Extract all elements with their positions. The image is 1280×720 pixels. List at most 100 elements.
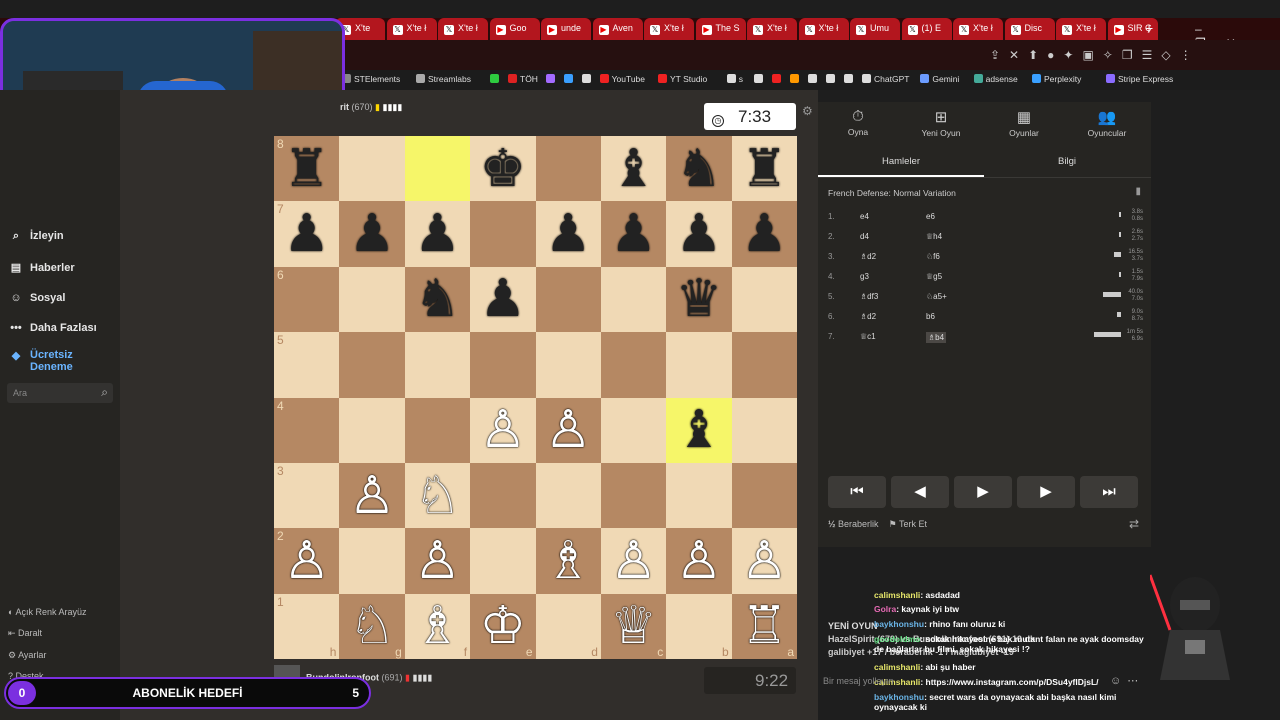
white-king-piece[interactable]: ♔	[480, 600, 527, 652]
board-square[interactable]: ♜	[731, 136, 797, 202]
next-move-button[interactable]: ▶	[1017, 476, 1075, 508]
play-button[interactable]: ▶	[954, 476, 1012, 508]
browser-tab[interactable]: 𝕏 X'te ł	[644, 18, 694, 40]
board-square[interactable]: 5	[274, 332, 340, 398]
board-square[interactable]: ♙	[535, 397, 601, 463]
white-move[interactable]: ♗d2	[860, 312, 876, 321]
chat-username[interactable]: goodoldmo	[874, 634, 920, 644]
white-move[interactable]: d4	[860, 232, 869, 241]
board-square[interactable]	[404, 332, 471, 398]
white-bishop-piece[interactable]: ♗	[545, 535, 592, 587]
last-move-button[interactable]: ⏭	[1080, 476, 1138, 508]
sidebar-item-free-trial[interactable]: ◆ Ücretsiz Deneme	[8, 349, 118, 373]
board-square[interactable]: ♙	[404, 528, 471, 594]
browser-tab[interactable]: 𝕏 X'te ł	[953, 18, 1003, 40]
board-square[interactable]: ♖ a	[731, 593, 797, 659]
white-rook-piece[interactable]: ♖	[741, 600, 788, 652]
board-square[interactable]	[535, 332, 601, 398]
chat-input[interactable]: Bir mesaj yollayın	[818, 672, 1118, 690]
board-square[interactable]	[666, 332, 732, 398]
bookmark-item[interactable]: ChatGPT	[862, 74, 909, 84]
board-square[interactable]: b	[666, 593, 732, 659]
board-square[interactable]	[470, 332, 536, 398]
browser-tab[interactable]: ▶ Aven	[592, 18, 643, 40]
board-square[interactable]	[600, 462, 667, 529]
bookmark-item[interactable]: YT Studio	[658, 74, 707, 84]
board-square[interactable]	[470, 528, 536, 594]
board-square[interactable]	[666, 462, 732, 529]
black-knight-piece[interactable]: ♞	[676, 143, 723, 195]
bookmark-item[interactable]	[790, 74, 802, 84]
board-square[interactable]: ♙	[600, 528, 667, 594]
book-icon[interactable]: ▮	[1135, 186, 1141, 197]
bookmark-item[interactable]: YouTube	[599, 74, 645, 84]
board-square[interactable]	[731, 462, 797, 529]
white-move[interactable]: e4	[860, 212, 869, 221]
black-move[interactable]: ♕g5	[926, 272, 942, 281]
bookmark-item[interactable]	[844, 74, 856, 84]
board-square[interactable]	[535, 462, 601, 529]
board-square[interactable]	[470, 462, 536, 529]
board-square[interactable]: ♛	[666, 266, 732, 333]
bookmark-item[interactable]: Perplexity	[1032, 74, 1081, 84]
white-pawn-piece[interactable]: ♙	[283, 535, 330, 587]
white-move[interactable]: ♕c1	[860, 332, 876, 341]
board-square[interactable]	[535, 266, 601, 333]
new-tab-button[interactable]: +	[1145, 21, 1159, 35]
bookmark-item[interactable]: Streamlabs	[416, 74, 471, 84]
board-square[interactable]	[339, 332, 405, 398]
board-square[interactable]	[600, 266, 667, 333]
bookmark-item[interactable]	[808, 74, 820, 84]
black-queen-piece[interactable]: ♛	[676, 273, 723, 325]
sidebar-settings[interactable]: ⚙ Ayarlar	[8, 650, 46, 661]
black-bishop-piece[interactable]: ♝	[676, 404, 723, 456]
search-input[interactable]: Ara ⌕	[7, 383, 113, 403]
bookmark-item[interactable]: TÖH	[508, 74, 538, 84]
black-pawn-piece[interactable]: ♟	[480, 273, 527, 325]
board-square[interactable]: ♔ e	[470, 593, 536, 659]
browser-tab[interactable]: 𝕏 X'te ł	[386, 18, 437, 40]
sidebar-item-more[interactable]: ••• Daha Fazlası	[8, 322, 96, 334]
board-square[interactable]: ♕ c	[600, 593, 667, 659]
browser-tab[interactable]: 𝕏 Umu	[850, 18, 900, 40]
bookmark-item[interactable]	[581, 74, 594, 84]
bookmark-item[interactable]: adsense	[973, 74, 1018, 84]
more-icon[interactable]: ⋯	[1127, 675, 1144, 687]
bookmark-item[interactable]	[490, 74, 502, 84]
tab-play[interactable]: ⏱ Oyna	[818, 108, 898, 137]
bookmark-item[interactable]: STElements	[342, 74, 400, 84]
gear-icon[interactable]: ⚙	[802, 104, 813, 118]
chat-username[interactable]: Golra	[874, 604, 896, 614]
board-square[interactable]	[535, 136, 601, 202]
emoji-icon[interactable]: ☺	[1110, 675, 1127, 687]
sidebar-collapse[interactable]: ⇤ Daralt	[8, 628, 42, 639]
browser-tab[interactable]: 𝕏 X'te ł	[438, 18, 488, 40]
board-square[interactable]	[339, 266, 405, 333]
board-square[interactable]	[731, 397, 797, 463]
browser-tab[interactable]: 𝕏 X'te ł	[798, 18, 849, 40]
black-bishop-piece[interactable]: ♝	[610, 143, 657, 195]
board-square[interactable]	[470, 201, 536, 267]
board-square[interactable]: ♙	[666, 528, 732, 594]
bookmark-item[interactable]	[563, 74, 576, 84]
white-pawn-piece[interactable]: ♙	[545, 404, 592, 456]
board-square[interactable]: ♟	[731, 201, 797, 267]
board-square[interactable]	[600, 397, 667, 463]
white-pawn-piece[interactable]: ♙	[349, 470, 396, 522]
extension-icons[interactable]: ⇪✕⬆●✦▣✧❐☰◇⋮	[990, 48, 1201, 62]
black-pawn-piece[interactable]: ♟	[545, 208, 592, 260]
white-queen-piece[interactable]: ♕	[610, 600, 657, 652]
browser-tab[interactable]: ▶ The S	[695, 18, 746, 40]
board-square[interactable]: ♘ g	[339, 593, 405, 659]
board-square[interactable]: ♗	[535, 528, 601, 594]
board-square[interactable]: ♝	[666, 397, 732, 463]
board-square[interactable]	[600, 332, 667, 398]
board-square[interactable]: ♚	[470, 136, 536, 202]
sidebar-light-mode[interactable]: ◐ Açık Renk Arayüz	[8, 607, 86, 617]
black-pawn-piece[interactable]: ♟	[349, 208, 396, 260]
board-square[interactable]	[339, 528, 405, 594]
white-pawn-piece[interactable]: ♙	[480, 404, 527, 456]
browser-tab[interactable]: 𝕏 X'te ł	[1056, 18, 1106, 40]
black-move[interactable]: ♘a5+	[926, 292, 947, 301]
flip-board-icon[interactable]: ⇄	[1129, 517, 1139, 531]
